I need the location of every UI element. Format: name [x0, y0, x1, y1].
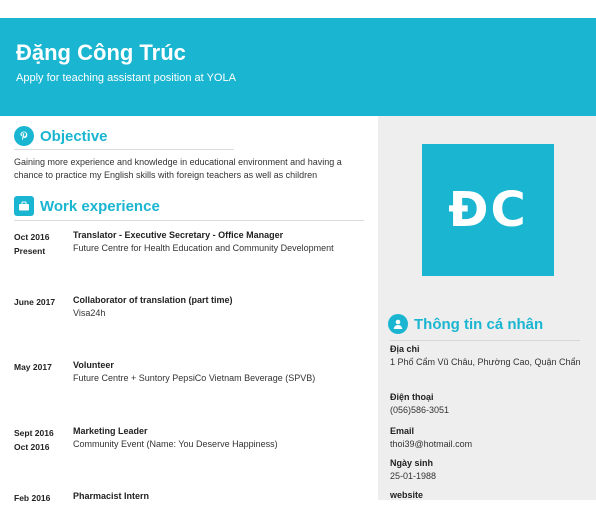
- job-date-start: Feb 2016: [14, 493, 51, 503]
- personal-info-heading-text: Thông tin cá nhân: [414, 315, 544, 333]
- email-label: Email: [390, 426, 415, 436]
- dob-value: 25-01-1988: [390, 471, 437, 481]
- personal-info-heading: Thông tin cá nhân: [388, 314, 543, 334]
- pinterest-icon: [14, 126, 34, 146]
- email-field: Email thoi39@hotmail.com: [390, 426, 590, 450]
- job-title: Marketing Leader: [73, 426, 148, 436]
- email-value[interactable]: thoi39@hotmail.com: [390, 438, 590, 450]
- job-organization: Community Event (Name: You Deserve Happi…: [73, 439, 278, 449]
- phone-label: Điện thoại: [390, 392, 434, 402]
- work-heading: Work experience: [14, 196, 160, 216]
- work-divider: [14, 220, 364, 221]
- job-title: Collaborator of translation (part time): [73, 295, 233, 305]
- address-field: Địa chỉ 1 Phố Cẩm Vũ Châu, Phường Cao, Q…: [390, 344, 590, 368]
- job-organization: Visa24h: [73, 308, 106, 318]
- personal-divider: [390, 340, 580, 341]
- job-date-start: June 2017: [14, 297, 56, 307]
- dob-field: Ngày sinh 25-01-1988: [390, 458, 590, 482]
- job-dates: June 2017: [14, 295, 70, 309]
- job-title: Translator - Executive Secretary - Offic…: [73, 230, 284, 240]
- job-dates: Sept 2016 Oct 2016: [14, 426, 70, 454]
- objective-heading-text: Objective: [40, 127, 108, 145]
- job-dates: Oct 2016 Present: [14, 230, 70, 258]
- job-date-start: May 2017: [14, 362, 52, 372]
- job-dates: Feb 2016: [14, 491, 70, 505]
- job-date-start: Sept 2016: [14, 428, 54, 438]
- job-organization: Future Centre for Health Education and C…: [73, 243, 334, 253]
- user-icon: [388, 314, 408, 334]
- briefcase-icon: [14, 196, 34, 216]
- avatar: ĐC: [422, 144, 554, 276]
- job-date-end: Oct 2016: [14, 442, 50, 452]
- phone-value: (056)586-3051: [390, 405, 450, 415]
- job-dates: May 2017: [14, 360, 70, 374]
- objective-heading: Objective: [14, 126, 108, 146]
- personal-sidebar: ĐC Thông tin cá nhân Địa chỉ 1 Phố Cẩm V…: [378, 116, 596, 500]
- objective-text: Gaining more experience and knowledge in…: [14, 157, 342, 180]
- address-value: 1 Phố Cẩm Vũ Châu, Phường Cao, Quận Chẩn: [390, 357, 581, 367]
- candidate-name: Đặng Công Trúc: [16, 40, 186, 65]
- website-field: website: [390, 490, 590, 500]
- phone-field: Điện thoại (056)586-3051: [390, 392, 590, 416]
- job-organization: Future Centre + Suntory PepsiCo Vietnam …: [73, 373, 316, 383]
- job-date-start: Oct 2016: [14, 232, 50, 242]
- work-heading-text: Work experience: [40, 197, 160, 215]
- job-date-end: Present: [14, 246, 46, 256]
- candidate-tagline: Apply for teaching assistant position at…: [16, 72, 236, 84]
- objective-divider: [14, 149, 234, 150]
- resume-header: Đặng Công Trúc Apply for teaching assist…: [0, 18, 596, 116]
- job-title: Volunteer: [73, 360, 114, 370]
- website-label: website: [390, 490, 424, 500]
- address-label: Địa chỉ: [390, 344, 420, 354]
- dob-label: Ngày sinh: [390, 458, 434, 468]
